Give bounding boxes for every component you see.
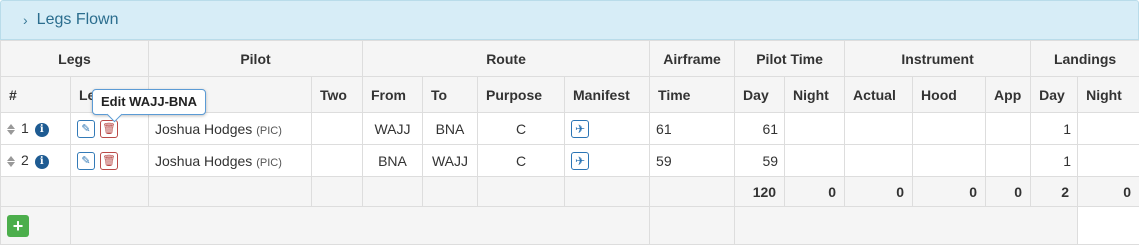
total-hood: 0 bbox=[912, 176, 987, 207]
app-cell bbox=[985, 112, 1032, 145]
col-landing-night: Night bbox=[1077, 76, 1139, 113]
leg-actions-cell: ✎ 🗑 bbox=[70, 144, 149, 177]
night-cell bbox=[784, 144, 846, 177]
table-row: 2i ✎ 🗑 Joshua Hodges (PIC) BNA WAJJ C ✈ 5… bbox=[0, 144, 1139, 177]
manifest-cell: ✈ bbox=[563, 112, 651, 145]
delete-leg-button[interactable]: 🗑 bbox=[100, 151, 118, 170]
total-day: 120 bbox=[734, 176, 786, 207]
pilot-role: (PIC) bbox=[256, 124, 282, 137]
two-cell bbox=[311, 144, 363, 177]
add-leg-row: + bbox=[0, 206, 1139, 245]
col-two: Two bbox=[311, 76, 363, 113]
pilot-name: Joshua Hodges bbox=[155, 120, 253, 137]
group-instrument: Instrument bbox=[844, 40, 1032, 77]
leg-number-cell: 2i bbox=[0, 144, 71, 177]
manifest-plane-icon[interactable]: ✈ bbox=[571, 119, 589, 138]
group-pilot-time: Pilot Time bbox=[734, 40, 846, 77]
manifest-cell: ✈ bbox=[563, 144, 651, 177]
col-from: From bbox=[362, 76, 423, 113]
pilot-cell: Joshua Hodges (PIC) bbox=[148, 112, 312, 145]
delete-leg-button[interactable]: 🗑 bbox=[100, 119, 118, 138]
hood-cell bbox=[912, 112, 987, 145]
pencil-icon: ✎ bbox=[81, 154, 91, 167]
actual-cell bbox=[844, 112, 914, 145]
info-icon[interactable]: i bbox=[34, 154, 49, 169]
total-landing-day: 2 bbox=[1030, 176, 1079, 207]
night-cell bbox=[784, 112, 846, 145]
group-legs: Legs bbox=[0, 40, 149, 77]
edit-leg-button[interactable]: ✎ bbox=[77, 151, 95, 170]
landing-night-cell bbox=[1077, 144, 1139, 177]
pencil-icon: ✎ bbox=[81, 122, 91, 135]
two-cell bbox=[311, 112, 363, 145]
col-actual: Actual bbox=[844, 76, 914, 113]
from-cell: WAJJ bbox=[362, 112, 423, 145]
edit-leg-button[interactable]: ✎ bbox=[77, 119, 95, 138]
total-landing-night: 0 bbox=[1077, 176, 1139, 207]
legs-flown-panel-header[interactable]: › Legs Flown bbox=[0, 0, 1139, 40]
add-leg-button[interactable]: + bbox=[7, 214, 29, 237]
airframe-time-cell: 61 bbox=[649, 112, 736, 145]
total-app: 0 bbox=[985, 176, 1032, 207]
leg-number: 2 bbox=[21, 152, 29, 169]
col-time: Time bbox=[649, 76, 736, 113]
col-landing-day: Day bbox=[1030, 76, 1079, 113]
day-cell: 61 bbox=[734, 112, 786, 145]
to-cell: WAJJ bbox=[422, 144, 478, 177]
table-row: 1i ✎ 🗑 Joshua Hodges (PIC) WAJJ BNA C ✈ 6… bbox=[0, 112, 1139, 145]
trash-icon: 🗑 bbox=[102, 154, 116, 167]
leg-number-cell: 1i bbox=[0, 112, 71, 145]
pilot-name: Joshua Hodges bbox=[155, 152, 253, 169]
group-header-row: Legs Pilot Route Airframe Pilot Time Ins… bbox=[0, 40, 1139, 77]
purpose-cell: C bbox=[477, 144, 565, 177]
col-purpose: Purpose bbox=[477, 76, 565, 113]
col-day: Day bbox=[734, 76, 786, 113]
group-route: Route bbox=[361, 40, 651, 77]
col-night: Night bbox=[784, 76, 846, 113]
trash-icon: 🗑 bbox=[102, 122, 116, 135]
pilot-cell: Joshua Hodges (PIC) bbox=[148, 144, 312, 177]
actual-cell bbox=[844, 144, 914, 177]
landing-night-cell bbox=[1077, 112, 1139, 145]
total-night: 0 bbox=[784, 176, 846, 207]
group-landings: Landings bbox=[1030, 40, 1139, 77]
hood-cell bbox=[912, 144, 987, 177]
landing-day-cell: 1 bbox=[1030, 144, 1079, 177]
edit-leg-tooltip: Edit WAJJ-BNA bbox=[92, 89, 207, 115]
pilot-role: (PIC) bbox=[256, 156, 282, 169]
sort-handle-icon[interactable] bbox=[7, 123, 17, 136]
to-cell: BNA bbox=[422, 112, 478, 145]
sort-handle-icon[interactable] bbox=[7, 155, 17, 168]
app-cell bbox=[985, 144, 1032, 177]
purpose-cell: C bbox=[477, 112, 565, 145]
col-manifest: Manifest bbox=[563, 76, 651, 113]
chevron-right-icon: › bbox=[23, 12, 28, 28]
leg-number: 1 bbox=[21, 120, 29, 137]
totals-row: 120 0 0 0 0 2 0 bbox=[0, 176, 1139, 207]
legs-table: Legs Pilot Route Airframe Pilot Time Ins… bbox=[0, 40, 1139, 245]
col-number: # bbox=[0, 76, 71, 113]
group-airframe: Airframe bbox=[649, 40, 736, 77]
info-icon[interactable]: i bbox=[34, 122, 49, 137]
group-pilot: Pilot bbox=[148, 40, 363, 77]
col-to: To bbox=[422, 76, 478, 113]
col-hood: Hood bbox=[912, 76, 987, 113]
day-cell: 59 bbox=[734, 144, 786, 177]
col-app: App bbox=[985, 76, 1032, 113]
panel-title: Legs Flown bbox=[36, 11, 119, 28]
from-cell: BNA bbox=[362, 144, 423, 177]
landing-day-cell: 1 bbox=[1030, 112, 1079, 145]
airframe-time-cell: 59 bbox=[649, 144, 736, 177]
manifest-plane-icon[interactable]: ✈ bbox=[571, 151, 589, 170]
total-actual: 0 bbox=[844, 176, 914, 207]
